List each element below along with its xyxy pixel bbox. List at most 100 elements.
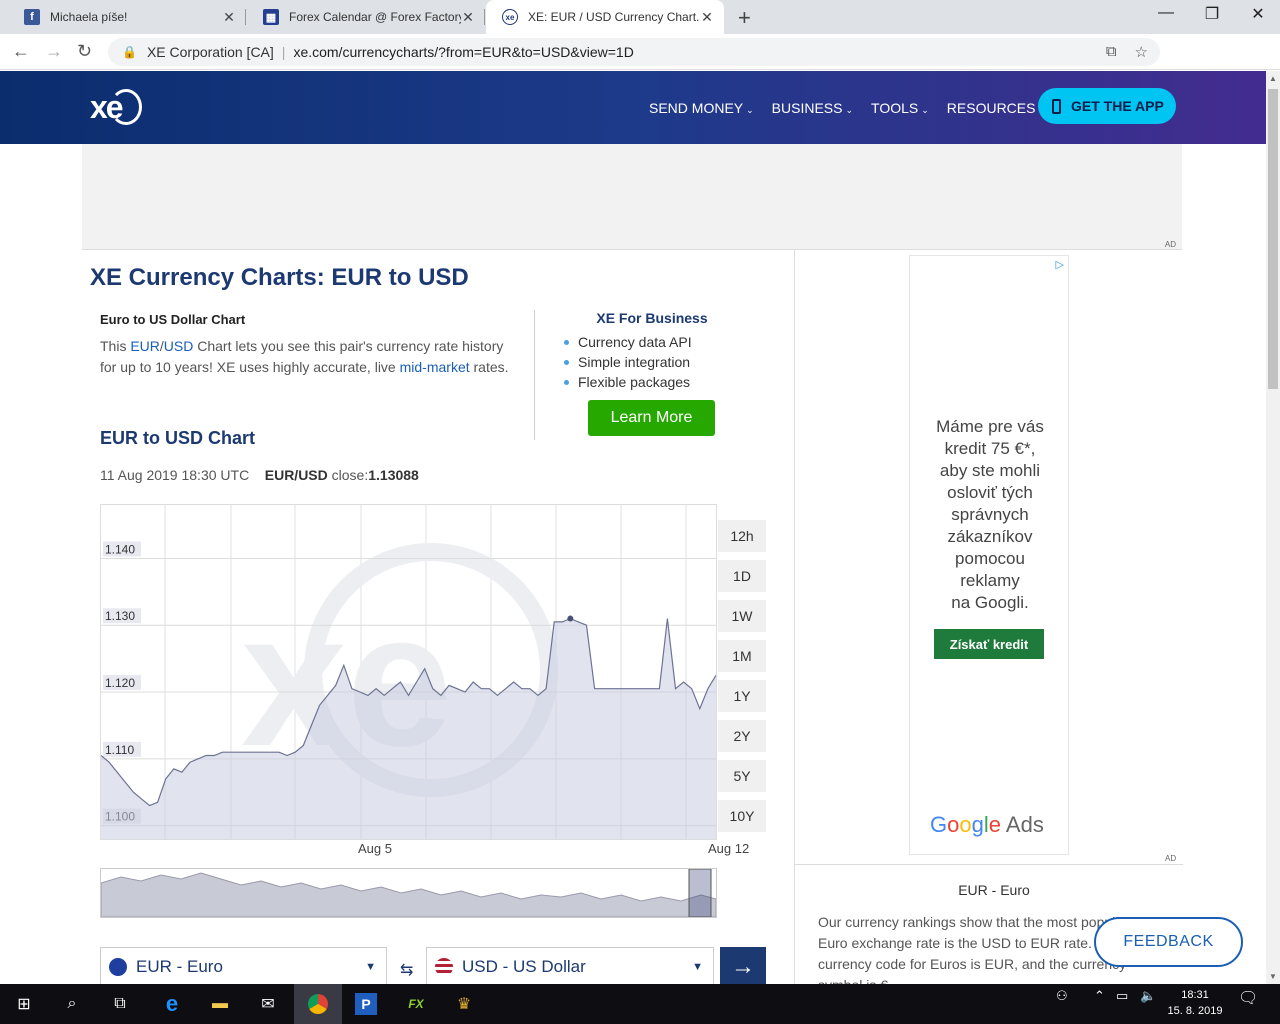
range-12h-button[interactable]: 12h <box>718 520 766 552</box>
navigator-window[interactable] <box>688 868 712 918</box>
reload-icon[interactable]: ↻ <box>77 41 92 62</box>
business-list: Currency data API Simple integration Fle… <box>552 332 752 392</box>
ad-label: AD <box>1164 240 1176 249</box>
close-label: close: <box>327 467 369 483</box>
rate-chart[interactable]: xe1.1401.1301.1201.1101.100 <box>100 504 717 840</box>
chrome-icon[interactable] <box>294 984 342 1024</box>
page-title: XE Currency Charts: EUR to USD <box>90 264 469 291</box>
site-header: xe SEND MONEY ⌄ BUSINESS ⌄ TOOLS ⌄ RESOURCE… <box>0 71 1266 144</box>
chart-meta: 11 Aug 2019 18:30 UTC EUR/USD close:1.13… <box>100 467 419 483</box>
bookmark-star-icon[interactable]: ☆ <box>1135 43 1148 61</box>
list-item: Flexible packages <box>564 372 752 392</box>
tray-chevron-icon[interactable]: ⌃ <box>1094 988 1105 1004</box>
browser-tab-xe[interactable]: xe XE: EUR / USD Currency Chart. Eu ✕ <box>486 0 724 34</box>
dropdown-arrow-icon: ▼ <box>365 961 376 973</box>
scroll-down-icon[interactable]: ▼ <box>1269 972 1277 981</box>
browser-tab-forexfactory[interactable]: ▦ Forex Calendar @ Forex Factory ✕ <box>247 0 485 34</box>
intro-text-part: rates. <box>469 359 509 375</box>
range-10y-button[interactable]: 10Y <box>718 800 766 832</box>
from-currency-select[interactable]: EUR - Euro ▼ <box>100 947 387 984</box>
main-content: XE Currency Charts: EUR to USD Euro to U… <box>82 250 794 984</box>
nav-resources[interactable]: RESOURCES⌄ <box>947 100 1046 116</box>
clock-time: 18:31 <box>1181 989 1209 1001</box>
scrollbar-thumb[interactable] <box>1268 89 1278 389</box>
nav-send-money[interactable]: SEND MONEY ⌄ <box>649 100 754 116</box>
range-2y-button[interactable]: 2Y <box>718 720 766 752</box>
learn-more-button[interactable]: Learn More <box>588 400 715 436</box>
mail-icon[interactable]: ✉ <box>244 984 292 1024</box>
nav-business[interactable]: BUSINESS ⌄ <box>772 100 853 116</box>
restore-icon[interactable]: ❐ <box>1192 4 1232 24</box>
search-icon[interactable]: ⌕ <box>48 984 96 1024</box>
feedback-button[interactable]: FEEDBACK <box>1094 917 1243 967</box>
y-tick-label: 1.140 <box>105 542 135 556</box>
new-tab-button[interactable]: + <box>738 5 751 31</box>
range-selector: 12h 1D 1W 1M 1Y 2Y 5Y 10Y <box>718 520 766 840</box>
notifications-icon[interactable]: 🗨 <box>1238 988 1258 1008</box>
browser-tab-facebook[interactable]: f Michaela píše! ✕ <box>8 0 246 34</box>
top-ad-banner[interactable]: AD <box>82 144 1182 250</box>
start-icon[interactable]: ⊞ <box>0 984 48 1024</box>
task-view-icon[interactable]: ⧉ <box>96 984 144 1024</box>
ad-line: aby ste mohli <box>939 461 1041 480</box>
divider <box>534 310 535 440</box>
range-1y-button[interactable]: 1Y <box>718 680 766 712</box>
ad-line: na Googli. <box>951 593 1029 612</box>
volume-icon[interactable]: 🔈 <box>1140 988 1156 1004</box>
ad-line: Máme pre vás <box>936 417 1044 436</box>
people-icon[interactable]: ⚇ <box>1056 988 1068 1004</box>
from-currency-label: EUR - Euro <box>136 957 223 976</box>
scroll-up-icon[interactable]: ▲ <box>1269 74 1277 83</box>
page-scrollbar[interactable]: ▲ ▼ <box>1266 71 1280 984</box>
close-value: 1.13088 <box>368 467 419 483</box>
business-promo: XE For Business Currency data API Simple… <box>552 310 752 436</box>
usd-link[interactable]: USD <box>164 338 194 354</box>
xe-logo[interactable]: xe <box>90 89 142 127</box>
intro-text: This EUR/USD Chart lets you see this pai… <box>100 336 510 378</box>
y-tick-label: 1.120 <box>105 676 135 690</box>
network-icon[interactable]: ▭ <box>1116 988 1128 1004</box>
currency-heading: EUR - Euro <box>958 882 1030 898</box>
tab-title: Michaela píše! <box>50 10 128 24</box>
y-tick-label: 1.130 <box>105 609 135 623</box>
adchoices-icon[interactable]: ▷ <box>1056 258 1064 271</box>
tab-close-icon[interactable]: ✕ <box>700 9 714 26</box>
eur-link[interactable]: EUR <box>130 338 160 354</box>
x-axis-labels: Aug 5 Aug 12 <box>100 841 780 859</box>
range-1d-button[interactable]: 1D <box>718 560 766 592</box>
nav-tools[interactable]: TOOLS ⌄ <box>871 100 929 116</box>
window-close-icon[interactable]: ✕ <box>1238 4 1278 24</box>
chart-heading: EUR to USD Chart <box>100 428 256 448</box>
minimize-icon[interactable]: — <box>1146 4 1186 22</box>
forward-icon[interactable]: → <box>45 41 63 62</box>
chart-navigator[interactable] <box>100 868 717 918</box>
range-1w-button[interactable]: 1W <box>718 600 766 632</box>
chevron-down-icon: ⌄ <box>746 105 754 115</box>
range-1m-button[interactable]: 1M <box>718 640 766 672</box>
system-clock[interactable]: 18:31 15. 8. 2019 <box>1162 987 1228 1019</box>
swap-icon[interactable]: ⇆ <box>400 960 413 980</box>
edge-icon[interactable]: e <box>148 984 196 1024</box>
back-icon[interactable]: ← <box>12 41 30 62</box>
range-5y-button[interactable]: 5Y <box>718 760 766 792</box>
to-currency-select[interactable]: USD - US Dollar ▼ <box>426 947 714 984</box>
address-bar[interactable]: 🔒 XE Corporation [CA] | xe.com/currencyc… <box>108 38 1160 66</box>
mid-market-link[interactable]: mid-market <box>400 359 470 375</box>
google-ad[interactable]: ▷ Máme pre vás kredit 75 €*, aby ste moh… <box>909 255 1069 855</box>
facebook-icon: f <box>24 9 40 25</box>
file-explorer-icon[interactable]: ▬ <box>196 984 244 1024</box>
sidebar: ▷ Máme pre vás kredit 75 €*, aby ste moh… <box>794 250 1183 984</box>
tab-close-icon[interactable]: ✕ <box>222 9 236 26</box>
fx-app-icon[interactable]: FX <box>392 984 440 1024</box>
xe-icon: xe <box>502 9 518 25</box>
get-the-app-button[interactable]: GET THE APP <box>1038 88 1176 124</box>
trading-app-icon[interactable]: P <box>342 984 390 1024</box>
browser-tab-bar: f Michaela píše! ✕ ▦ Forex Calendar @ Fo… <box>0 0 1280 34</box>
url-separator: | <box>281 44 286 60</box>
convert-arrow-button[interactable]: → <box>720 947 766 984</box>
divider <box>795 864 1183 865</box>
translate-icon[interactable]: ⧉ <box>1106 43 1117 61</box>
tab-close-icon[interactable]: ✕ <box>461 9 475 26</box>
trophy-app-icon[interactable]: ♛ <box>440 984 488 1024</box>
get-credit-button[interactable]: Získať kredit <box>934 629 1044 659</box>
